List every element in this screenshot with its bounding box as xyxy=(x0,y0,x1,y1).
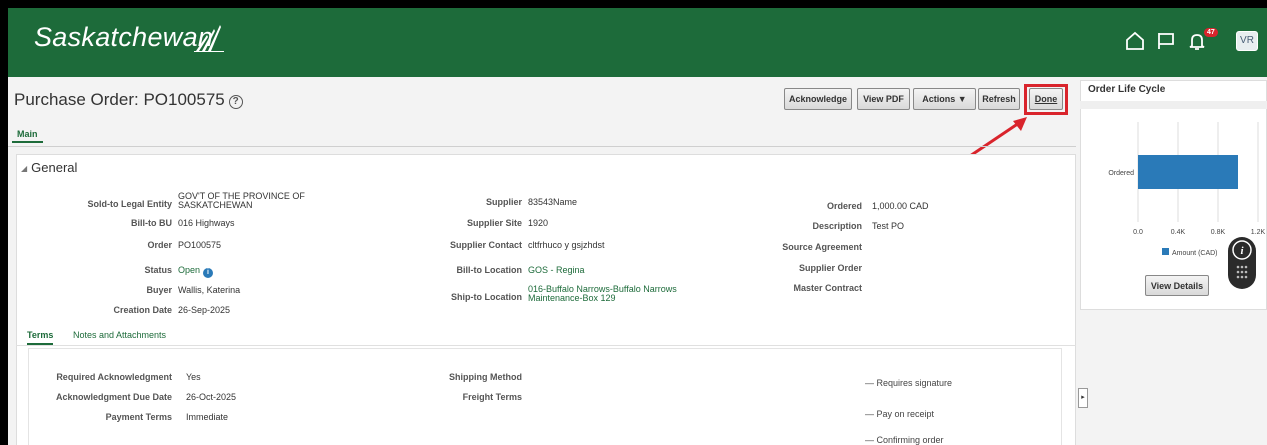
order-value: PO100575 xyxy=(178,240,222,250)
subtab-terms[interactable]: Terms xyxy=(27,330,54,345)
chart-category-label: Ordered xyxy=(1108,170,1134,177)
pay-on-receipt-text: Pay on receipt xyxy=(876,409,935,419)
ship-to-location-link-line2[interactable]: Maintenance-Box 129 xyxy=(528,293,616,303)
status-text: Open xyxy=(178,265,201,275)
confirming-order-text: Confirming order xyxy=(876,435,944,445)
description-label: Description xyxy=(812,221,862,231)
description-value: Test PO xyxy=(872,221,905,231)
supplier-label: Supplier xyxy=(485,197,522,207)
supplier-contact-value: cltfrhuco y gsjzhdst xyxy=(528,240,605,250)
home-icon[interactable] xyxy=(1124,30,1146,52)
ack-due-date-label: Acknowledgment Due Date xyxy=(55,392,172,402)
pay-on-receipt-item: — Pay on receipt xyxy=(865,409,935,419)
chart-bar xyxy=(1138,155,1238,189)
order-life-cycle-title: Order Life Cycle xyxy=(1088,84,1166,95)
buyer-label: Buyer xyxy=(146,285,172,295)
general-section-title: General xyxy=(31,160,78,175)
chart-legend-swatch xyxy=(1162,248,1169,255)
assistant-floating-button[interactable]: i xyxy=(1228,237,1256,289)
master-contract-label: Master Contract xyxy=(793,283,862,293)
creation-date-value: 26-Sep-2025 xyxy=(178,305,231,315)
bill-to-location-label: Bill-to Location xyxy=(456,265,523,275)
subtab-notes-attachments[interactable]: Notes and Attachments xyxy=(73,330,166,340)
collapse-panel-handle[interactable]: ▸ xyxy=(1078,388,1088,408)
supplier-contact-label: Supplier Contact xyxy=(449,240,522,250)
supplier-site-label: Supplier Site xyxy=(466,218,522,228)
required-ack-value: Yes xyxy=(186,372,201,382)
chart-legend-label: Amount (CAD) xyxy=(1172,250,1218,257)
subtab-divider xyxy=(16,345,1076,346)
ship-to-location-label: Ship-to Location xyxy=(451,292,522,302)
source-agreement-label: Source Agreement xyxy=(782,242,862,252)
bill-to-bu-label: Bill-to BU xyxy=(131,218,172,228)
general-section-header[interactable]: ◢ General xyxy=(21,160,77,175)
supplier-value: 83543Name xyxy=(528,197,578,207)
terms-panel xyxy=(28,348,1062,445)
info-grid-icon: i xyxy=(1232,240,1252,279)
chart-tick-label: 1.2K xyxy=(1251,229,1266,236)
bill-to-location-link[interactable]: GOS - Regina xyxy=(528,265,585,275)
view-pdf-button[interactable]: View PDF xyxy=(857,88,910,110)
supplier-site-value: 1920 xyxy=(528,218,549,228)
payment-terms-label: Payment Terms xyxy=(105,412,172,422)
chart-tick-label: 0.8K xyxy=(1211,229,1226,236)
chart-tick-label: 0.0 xyxy=(1133,229,1143,236)
ack-due-date-value: 26-Oct-2025 xyxy=(186,392,237,402)
saskatchewan-logo[interactable]: Saskatchewan xyxy=(34,22,213,53)
requires-signature-item: — Requires signature xyxy=(865,378,953,388)
tab-divider xyxy=(8,146,1076,147)
view-details-button[interactable]: View Details xyxy=(1145,275,1209,296)
app-frame: Saskatchewan 47 VR Purchase Order: PO100… xyxy=(8,8,1267,445)
notification-count-badge: 47 xyxy=(1204,28,1218,37)
page-title: Purchase Order: PO100575? xyxy=(14,90,243,110)
acknowledge-button[interactable]: Acknowledge xyxy=(784,88,852,110)
sold-to-value-line2: SASKATCHEWAN xyxy=(178,200,253,210)
shipping-method-label: Shipping Method xyxy=(449,372,522,382)
svg-text:i: i xyxy=(1240,245,1244,257)
status-info-icon[interactable]: i xyxy=(203,268,214,278)
required-ack-label: Required Acknowledgment xyxy=(56,372,172,382)
chart-tick-label: 0.4K xyxy=(1171,229,1186,236)
help-icon[interactable]: ? xyxy=(228,95,243,109)
tab-main[interactable]: Main xyxy=(12,127,43,143)
ordered-value: 1,000.00 CAD xyxy=(872,201,929,211)
creation-date-label: Creation Date xyxy=(113,305,172,315)
freight-terms-label: Freight Terms xyxy=(462,392,522,402)
done-highlight-box xyxy=(1024,84,1068,115)
refresh-button[interactable]: Refresh xyxy=(978,88,1020,110)
app-header: Saskatchewan 47 VR xyxy=(8,8,1267,77)
page-title-text: Purchase Order: PO100575 xyxy=(14,90,225,109)
confirming-order-item: — Confirming order xyxy=(865,435,944,445)
requires-signature-text: Requires signature xyxy=(876,378,953,388)
actions-menu-button[interactable]: Actions ▼ xyxy=(913,88,976,110)
ordered-label: Ordered xyxy=(826,201,862,211)
bill-to-bu-value: 016 Highways xyxy=(178,218,235,228)
collapse-triangle-icon[interactable]: ◢ xyxy=(21,164,27,173)
sold-to-label: Sold-to Legal Entity xyxy=(87,199,173,209)
wheat-logo-icon xyxy=(194,25,224,52)
flag-icon[interactable] xyxy=(1155,30,1177,52)
status-value[interactable]: Open i xyxy=(178,265,214,278)
status-label: Status xyxy=(144,265,172,275)
user-avatar[interactable]: VR xyxy=(1236,31,1258,51)
order-label: Order xyxy=(147,240,172,250)
buyer-value: Wallis, Katerina xyxy=(178,285,241,295)
supplier-order-label: Supplier Order xyxy=(798,263,862,273)
order-life-cycle-header-bar xyxy=(1080,101,1267,109)
payment-terms-value: Immediate xyxy=(186,412,229,422)
